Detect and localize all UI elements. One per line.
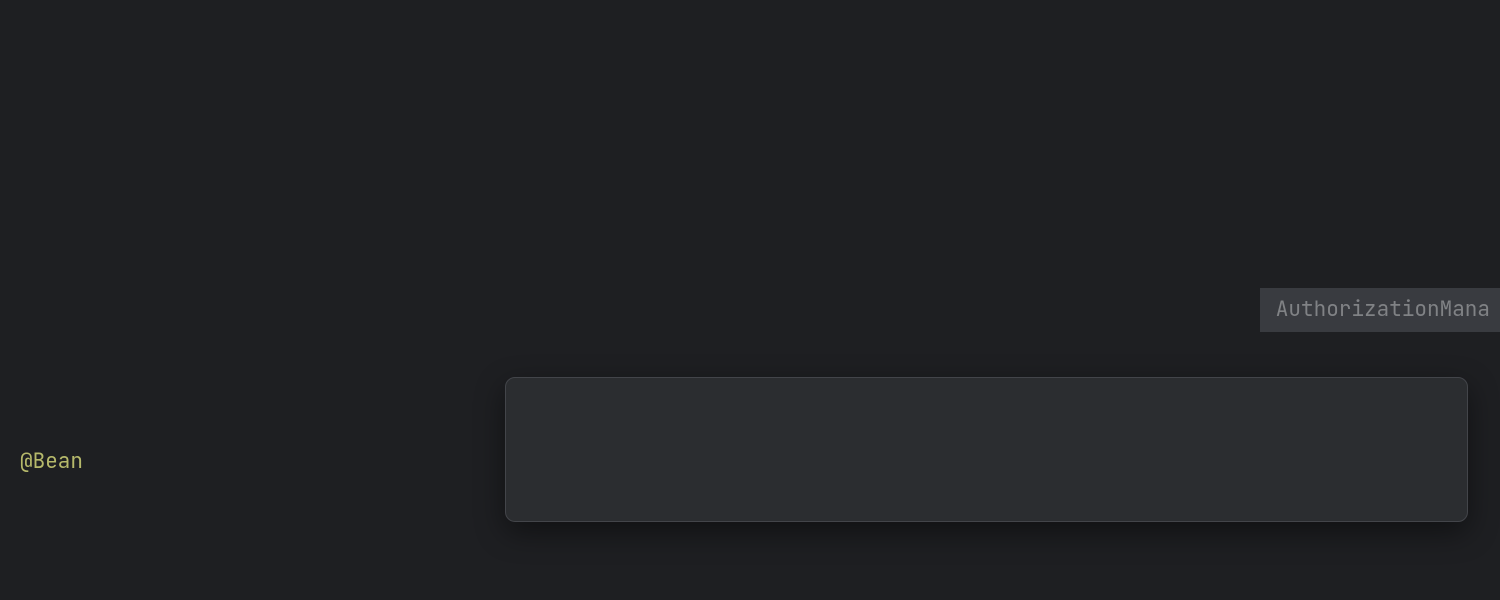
annotation-token: @Bean <box>20 448 83 475</box>
completion-list[interactable]: message [GET] OAuth2ResourceServerContro… <box>506 466 1467 522</box>
completion-popup[interactable]: message [GET] OAuth2ResourceServerContro… <box>505 377 1468 522</box>
inlay-hint-text: AuthorizationMana <box>1276 288 1490 332</box>
inlay-hint: AuthorizationMana <box>1260 288 1500 332</box>
